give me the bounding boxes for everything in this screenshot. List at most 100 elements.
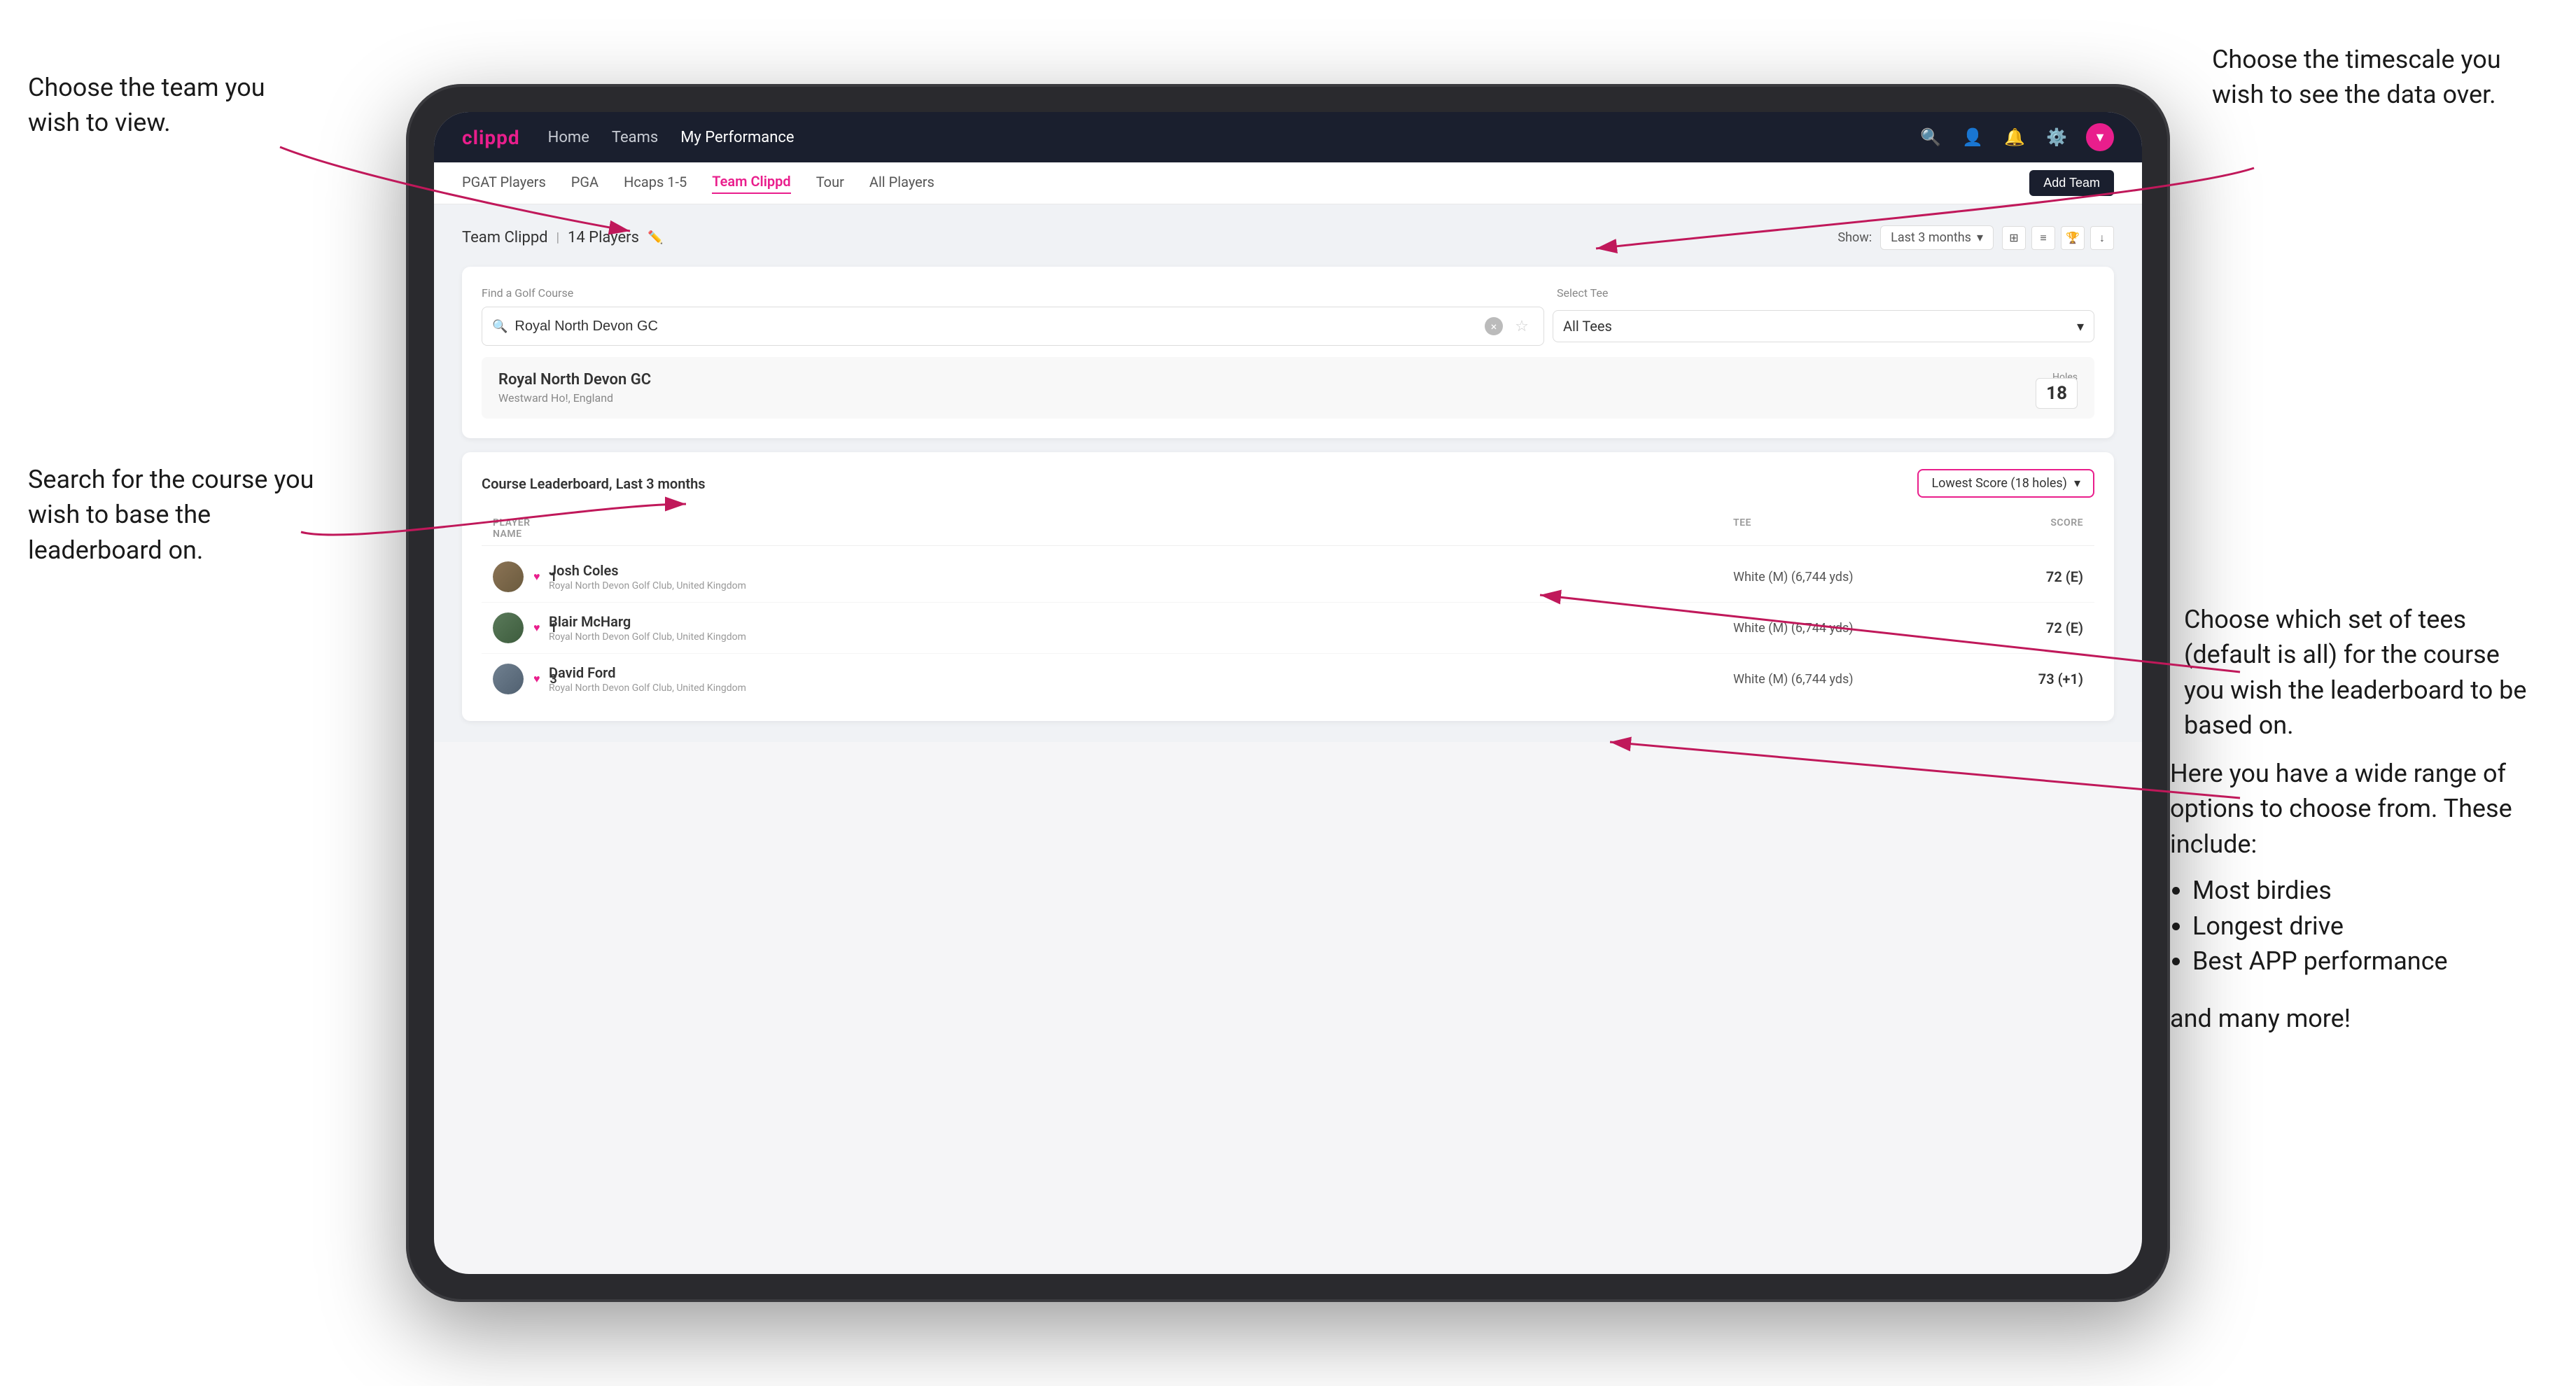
sub-nav-tour[interactable]: Tour <box>816 174 844 193</box>
course-search-row: 🔍 × ☆ All Tees ▾ <box>482 307 2094 346</box>
sub-nav-hcaps[interactable]: Hcaps 1-5 <box>624 174 687 193</box>
nav-icons: 🔍 👤 🔔 ⚙️ ▼ <box>1918 123 2114 151</box>
option-item: Most birdies <box>2192 873 2534 908</box>
score-1: 72 (E) <box>1943 568 2083 585</box>
settings-icon[interactable]: ⚙️ <box>2044 125 2069 150</box>
leaderboard-table: PLAYER NAME TEE SCORE ♥ 1 <box>482 512 2094 704</box>
tee-info-1: White (M) (6,744 yds) <box>1733 570 1943 584</box>
annotation-choose-team: Choose the team you wish to view. <box>28 70 294 141</box>
course-search-card: Find a Golf Course Select Tee 🔍 × ☆ All … <box>462 267 2114 438</box>
avatar-david <box>493 664 524 694</box>
and-more: and many more! <box>2170 1001 2534 1036</box>
favorite-heart-1[interactable]: ♥ <box>533 570 540 584</box>
favorite-heart-2[interactable]: ♥ <box>533 621 540 635</box>
score-type-chevron-icon: ▾ <box>2074 476 2080 491</box>
score-3: 73 (+1) <box>1943 671 2083 687</box>
col-header-tee: TEE <box>1733 517 1943 540</box>
chevron-down-icon: ▾ <box>1977 230 1983 245</box>
score-type-dropdown[interactable]: Lowest Score (18 holes) ▾ <box>1917 469 2094 498</box>
nav-link-home[interactable]: Home <box>548 129 589 146</box>
player-info-1: Josh Coles Royal North Devon Golf Club, … <box>549 562 1733 592</box>
team-name: Team Clippd <box>462 229 548 246</box>
clear-search-button[interactable]: × <box>1485 317 1503 335</box>
player-rank-3: ♥ 3 <box>493 664 549 694</box>
option-item: Longest drive <box>2192 909 2534 944</box>
player-club-1: Royal North Devon Golf Club, United King… <box>549 580 1733 592</box>
course-search-input-wrapper: 🔍 × ☆ <box>482 307 1544 346</box>
course-result-info: Royal North Devon GC Westward Ho!, Engla… <box>498 371 651 405</box>
nav-logo: clippd <box>462 126 520 149</box>
course-search-input[interactable] <box>514 318 1478 335</box>
trophy-view-button[interactable]: 🏆 <box>2061 226 2085 250</box>
sub-nav-teamclippd[interactable]: Team Clippd <box>712 173 790 194</box>
edit-icon[interactable]: ✏️ <box>648 230 663 245</box>
tee-info-3: White (M) (6,744 yds) <box>1733 672 1943 687</box>
tablet-frame: clippd Home Teams My Performance 🔍 👤 🔔 ⚙… <box>406 84 2170 1302</box>
player-name-3: David Ford <box>549 664 1733 681</box>
col-header-score: SCORE <box>1943 517 2083 540</box>
sub-nav-pgat[interactable]: PGAT Players <box>462 174 546 193</box>
table-row: ♥ 1 Blair McHarg Royal North Devon Golf … <box>482 603 2094 654</box>
annotation-timescale: Choose the timescale you wish to see the… <box>2212 42 2534 113</box>
course-search-labels: Find a Golf Course Select Tee <box>482 286 2094 300</box>
tee-value: All Tees <box>1563 318 1612 335</box>
favorite-button[interactable]: ☆ <box>1510 314 1534 338</box>
avatar-blair <box>493 612 524 643</box>
select-tee-label: Select Tee <box>1557 286 2094 300</box>
person-icon[interactable]: 👤 <box>1960 125 1985 150</box>
leaderboard-title: Course Leaderboard, Last 3 months <box>482 475 706 492</box>
score-type-value: Lowest Score (18 holes) <box>1931 476 2067 491</box>
tee-select[interactable]: All Tees ▾ <box>1553 310 2094 342</box>
add-team-button[interactable]: Add Team <box>2029 170 2114 196</box>
player-info-2: Blair McHarg Royal North Devon Golf Club… <box>549 613 1733 643</box>
leaderboard-card: Course Leaderboard, Last 3 months Lowest… <box>462 452 2114 721</box>
show-label: Show: <box>1837 230 1872 245</box>
player-info-3: David Ford Royal North Devon Golf Club, … <box>549 664 1733 694</box>
search-icon[interactable]: 🔍 <box>1918 125 1943 150</box>
team-title: Team Clippd | 14 Players ✏️ <box>462 229 663 246</box>
player-name-1: Josh Coles <box>549 562 1733 579</box>
annotation-search-course: Search for the course you wish to base t… <box>28 462 322 568</box>
top-nav: clippd Home Teams My Performance 🔍 👤 🔔 ⚙… <box>434 112 2142 162</box>
nav-link-teams[interactable]: Teams <box>612 129 658 146</box>
sub-nav-pga[interactable]: PGA <box>571 174 598 193</box>
view-icons: ⊞ ≡ 🏆 ↓ <box>2002 226 2114 250</box>
col-header-player: PLAYER NAME <box>493 517 549 540</box>
leaderboard-header: Course Leaderboard, Last 3 months Lowest… <box>482 469 2094 498</box>
annotation-tee-select: Choose which set of tees (default is all… <box>2184 602 2534 743</box>
list-view-button[interactable]: ≡ <box>2031 226 2055 250</box>
avatar[interactable]: ▼ <box>2086 123 2114 151</box>
annotation-score-options: Here you have a wide range of options to… <box>2170 756 2534 1037</box>
course-result: Royal North Devon GC Westward Ho!, Engla… <box>482 357 2094 419</box>
search-icon-small: 🔍 <box>492 319 507 334</box>
player-club-2: Royal North Devon Golf Club, United King… <box>549 631 1733 643</box>
player-rank-1: ♥ 1 <box>493 561 549 592</box>
sub-nav: PGAT Players PGA Hcaps 1-5 Team Clippd T… <box>434 162 2142 204</box>
avatar-josh <box>493 561 524 592</box>
holes-number: 18 <box>2036 378 2078 409</box>
tee-chevron-icon: ▾ <box>2077 318 2084 335</box>
main-content: Team Clippd | 14 Players ✏️ Show: Last 3… <box>434 204 2142 742</box>
timescale-dropdown[interactable]: Last 3 months ▾ <box>1880 225 1994 250</box>
player-rank-2: ♥ 1 <box>493 612 549 643</box>
nav-link-myperformance[interactable]: My Performance <box>680 129 794 146</box>
bell-icon[interactable]: 🔔 <box>2002 125 2027 150</box>
table-row: ♥ 3 David Ford Royal North Devon Golf Cl… <box>482 654 2094 704</box>
tablet-screen: clippd Home Teams My Performance 🔍 👤 🔔 ⚙… <box>434 112 2142 1274</box>
team-header: Team Clippd | 14 Players ✏️ Show: Last 3… <box>462 225 2114 250</box>
favorite-heart-3[interactable]: ♥ <box>533 672 540 686</box>
download-button[interactable]: ↓ <box>2090 226 2114 250</box>
nav-links: Home Teams My Performance <box>548 129 1890 146</box>
player-club-3: Royal North Devon Golf Club, United King… <box>549 682 1733 694</box>
course-name: Royal North Devon GC <box>498 371 651 388</box>
player-name-2: Blair McHarg <box>549 613 1733 630</box>
col-header-empty <box>549 517 1733 540</box>
player-count: 14 Players <box>568 229 639 246</box>
sub-nav-allplayers[interactable]: All Players <box>869 174 934 193</box>
show-section: Show: Last 3 months ▾ ⊞ ≡ 🏆 ↓ <box>1837 225 2114 250</box>
table-row: ♥ 1 Josh Coles Royal North Devon Golf Cl… <box>482 552 2094 603</box>
grid-view-button[interactable]: ⊞ <box>2002 226 2026 250</box>
table-header: PLAYER NAME TEE SCORE <box>482 512 2094 546</box>
option-item: Best APP performance <box>2192 944 2534 979</box>
find-course-label: Find a Golf Course <box>482 286 1557 300</box>
